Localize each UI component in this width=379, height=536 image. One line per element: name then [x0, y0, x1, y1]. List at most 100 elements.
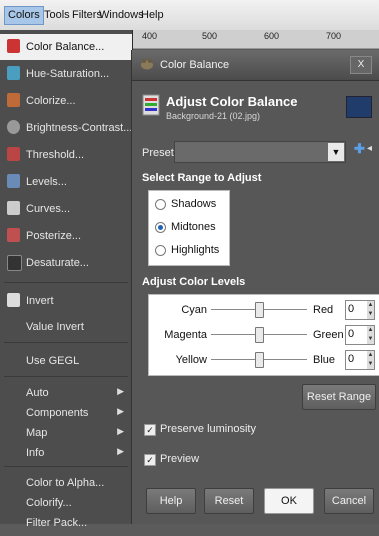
colors-menu: Color Balance... Hue-Saturation... Color…	[0, 30, 133, 529]
slider-left-label: Cyan	[181, 304, 207, 316]
preserve-luminosity-checkbox[interactable]: ✓	[144, 424, 156, 436]
reset-range-button[interactable]: Reset Range	[302, 384, 376, 410]
slider-handle[interactable]	[255, 352, 264, 368]
checkbox-label: Preview	[160, 453, 200, 465]
menu-item-label: Components	[26, 407, 89, 419]
help-button[interactable]: Help	[146, 488, 196, 514]
close-button[interactable]: X	[350, 56, 372, 74]
brightness-contrast-icon	[7, 120, 20, 134]
menu-item-brightness-contrast[interactable]: Brightness-Contrast...	[0, 115, 132, 141]
menu-item-label: Value Invert	[26, 321, 84, 333]
spin-arrows-icon[interactable]: ▲ ▼	[367, 326, 374, 344]
menu-separator	[4, 466, 128, 467]
add-preset-icon[interactable]: ✚	[354, 141, 365, 157]
image-thumbnail	[346, 96, 372, 118]
preset-menu-icon[interactable]: ◂	[367, 143, 372, 154]
menu-item-label: Color Balance...	[26, 41, 105, 53]
radio-shadows[interactable]: Shadows	[155, 195, 229, 215]
menu-colors[interactable]: Colors	[4, 6, 44, 25]
menubar: Colors Tools Filters Windows Help	[0, 0, 379, 31]
menu-item-label: Levels...	[26, 176, 67, 188]
dialog-title: Color Balance	[160, 59, 230, 71]
menu-item-invert[interactable]: Invert	[0, 288, 132, 314]
dialog-titlebar[interactable]: Color Balance X	[132, 50, 379, 81]
image-name: Background-21 (02.jpg)	[166, 111, 261, 121]
spin-value: 0	[348, 328, 355, 340]
curves-icon	[7, 201, 20, 215]
menu-tools[interactable]: Tools	[44, 9, 70, 21]
color-balance-dialog: Color Balance X Adjust Color Balance Bac…	[131, 50, 379, 524]
chevron-right-icon: ▶	[117, 446, 124, 456]
menu-item-filter-pack[interactable]: Filter Pack...	[0, 510, 132, 536]
menu-item-label: Colorize...	[26, 95, 76, 107]
slider-handle[interactable]	[255, 327, 264, 343]
radio-button[interactable]	[155, 222, 166, 233]
spin-arrows-icon[interactable]: ▲ ▼	[367, 351, 374, 369]
ok-button[interactable]: OK	[264, 488, 314, 514]
invert-icon	[7, 293, 20, 307]
menu-item-label: Map	[26, 427, 48, 439]
horizontal-ruler: 400 500 600 700	[130, 30, 379, 49]
level-spinbox[interactable]: 0 ▲ ▼	[345, 350, 375, 370]
spin-value: 0	[348, 303, 355, 315]
radio-label: Highlights	[171, 244, 220, 256]
ruler-label: 700	[326, 31, 342, 41]
range-radio-group: Shadows Midtones Highlights	[148, 190, 230, 266]
radio-button[interactable]	[155, 199, 166, 210]
slider-handle[interactable]	[255, 302, 264, 318]
menu-item-label: Color to Alpha...	[26, 477, 105, 489]
chevron-right-icon: ▶	[117, 426, 124, 436]
cancel-button[interactable]: Cancel	[324, 488, 374, 514]
radio-midtones[interactable]: Midtones	[155, 218, 229, 238]
menu-help[interactable]: Help	[141, 9, 164, 21]
color-balance-icon	[7, 39, 20, 53]
menu-item-threshold[interactable]: Threshold...	[0, 142, 132, 168]
yellow-blue-slider-row: Yellow Blue 0 ▲ ▼	[149, 348, 379, 372]
menu-windows[interactable]: Windows	[99, 9, 144, 21]
spin-arrows-icon[interactable]: ▲ ▼	[367, 301, 374, 319]
menu-item-hue-saturation[interactable]: Hue-Saturation...	[0, 61, 132, 87]
menu-item-label: Threshold...	[26, 149, 85, 161]
level-spinbox[interactable]: 0 ▲ ▼	[345, 300, 375, 320]
menu-item-value-invert[interactable]: Value Invert	[0, 314, 132, 340]
menu-item-info[interactable]: Info ▶	[0, 440, 132, 466]
radio-highlights[interactable]: Highlights	[155, 241, 229, 261]
reset-button[interactable]: Reset	[204, 488, 254, 514]
desaturate-icon	[7, 255, 22, 271]
spin-value: 0	[348, 353, 355, 365]
range-section-title: Select Range to Adjust	[142, 172, 262, 184]
menu-item-curves[interactable]: Curves...	[0, 196, 132, 222]
posterize-icon	[7, 228, 20, 242]
menu-item-levels[interactable]: Levels...	[0, 169, 132, 195]
menu-item-label: Posterize...	[26, 230, 82, 242]
magenta-green-slider-row: Magenta Green 0 ▲ ▼	[149, 323, 379, 347]
menu-item-label: Info	[26, 447, 45, 459]
ruler-label: 400	[142, 31, 158, 41]
gimp-icon	[141, 59, 153, 70]
radio-button[interactable]	[155, 245, 166, 256]
presets-combo[interactable]: ▼	[174, 141, 346, 163]
checkbox-label: Preserve luminosity	[160, 423, 256, 435]
menu-item-desaturate[interactable]: Desaturate...	[0, 250, 132, 276]
ruler-label: 500	[202, 31, 218, 41]
slider-right-label: Green	[313, 329, 344, 341]
menu-separator	[4, 376, 128, 377]
color-balance-icon	[142, 94, 160, 116]
preview-checkbox[interactable]: ✓	[144, 454, 156, 466]
menu-item-label: Use GEGL	[26, 355, 80, 367]
menu-item-use-gegl[interactable]: Use GEGL	[0, 348, 132, 374]
slider-left-label: Magenta	[164, 329, 207, 341]
radio-label: Midtones	[171, 221, 216, 233]
menu-item-label: Auto	[26, 387, 49, 399]
menu-item-label: Brightness-Contrast...	[26, 122, 133, 134]
menu-item-colorize[interactable]: Colorize...	[0, 88, 132, 114]
menu-item-color-balance[interactable]: Color Balance...	[0, 34, 132, 60]
menu-separator	[4, 342, 128, 343]
menu-item-label: Colorify...	[26, 497, 72, 509]
menu-filters[interactable]: Filters	[72, 9, 102, 21]
menu-item-posterize[interactable]: Posterize...	[0, 223, 132, 249]
chevron-down-icon[interactable]: ▼	[328, 143, 344, 161]
colorize-icon	[7, 93, 20, 107]
threshold-icon	[7, 147, 20, 161]
level-spinbox[interactable]: 0 ▲ ▼	[345, 325, 375, 345]
